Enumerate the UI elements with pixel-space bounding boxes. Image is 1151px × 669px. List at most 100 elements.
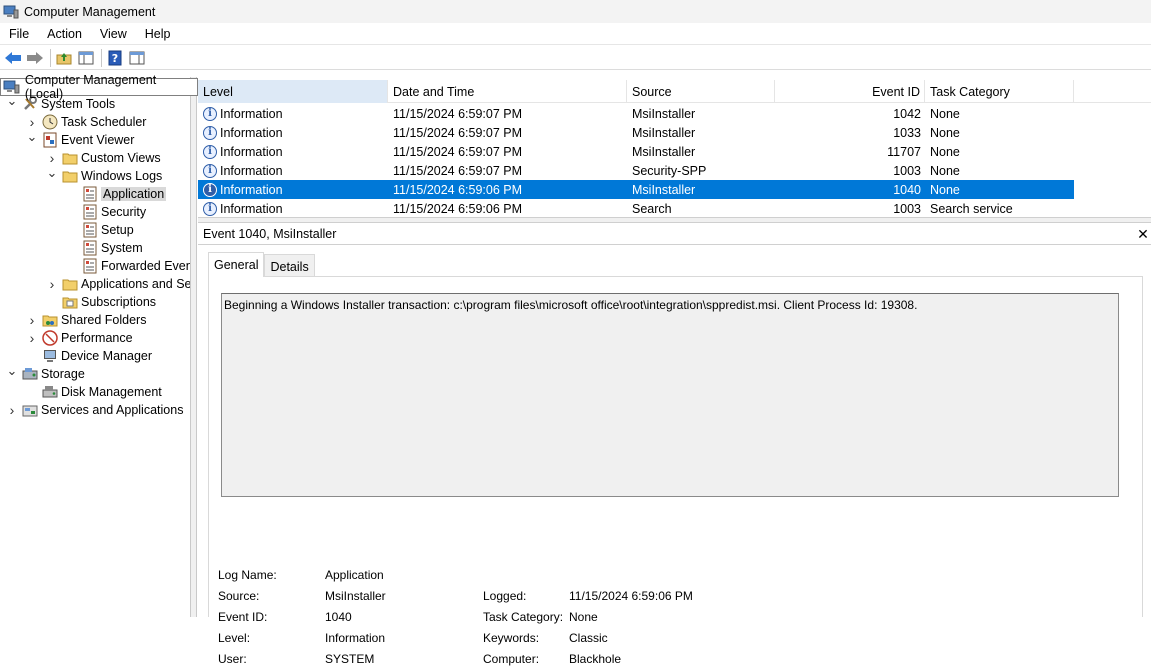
cell-text: None <box>930 106 960 121</box>
cell-text: 11/15/2024 6:59:06 PM <box>393 201 523 216</box>
column-header-date-time[interactable]: Date and Time <box>388 80 627 103</box>
chevron-right-icon[interactable]: › <box>26 114 38 130</box>
event-message[interactable]: Beginning a Windows Installer transactio… <box>221 293 1119 497</box>
computer-management-icon <box>3 5 19 18</box>
tree-node-task-scheduler[interactable]: › Task Scheduler <box>26 113 147 131</box>
back-button[interactable] <box>3 48 23 68</box>
cell-level: i Information <box>198 144 388 159</box>
close-detail-button[interactable]: ✕ <box>1136 226 1150 243</box>
cell-text: None <box>930 125 960 140</box>
chevron-right-icon[interactable]: › <box>6 402 18 418</box>
toolbar-separator <box>50 48 51 67</box>
cell-event-id: 1003 <box>775 202 925 216</box>
chevron-right-icon[interactable]: › <box>26 330 38 346</box>
cell-text: None <box>930 144 960 159</box>
cell-event-id: 1040 <box>775 183 925 197</box>
tree-node-application[interactable]: Application <box>66 185 167 203</box>
device-manager-icon <box>42 348 58 364</box>
event-row[interactable]: i Information 11/15/2024 6:59:06 PM MsiInst… <box>198 180 1074 199</box>
label-source: Source: <box>218 588 260 603</box>
cell-date-time: 11/15/2024 6:59:07 PM <box>388 107 627 121</box>
cell-task-category: None <box>925 164 1074 178</box>
cell-text: 11/15/2024 6:59:07 PM <box>393 125 523 140</box>
menu-view[interactable]: View <box>91 27 136 41</box>
tree-root-computer-management[interactable]: Computer Management (Local) <box>0 73 198 101</box>
menu-action[interactable]: Action <box>38 27 91 41</box>
show-hide-console-tree-button[interactable] <box>76 48 96 68</box>
tab-details[interactable]: Details <box>264 254 315 278</box>
cell-event-id: 1003 <box>775 164 925 178</box>
tree-node-performance[interactable]: › Performance <box>26 329 133 347</box>
column-header-task-category[interactable]: Task Category <box>925 80 1074 103</box>
tree-node-device-manager[interactable]: Device Manager <box>26 347 152 365</box>
help-button[interactable]: ? <box>105 48 125 68</box>
log-icon <box>82 258 98 274</box>
tree-node-subscriptions[interactable]: Subscriptions <box>46 293 156 311</box>
tree-node-windows-logs[interactable]: ⌄ Windows Logs <box>46 165 163 185</box>
cell-date-time: 11/15/2024 6:59:07 PM <box>388 126 627 140</box>
chevron-right-icon[interactable]: › <box>46 150 58 166</box>
cell-text: 11/15/2024 6:59:07 PM <box>393 106 523 121</box>
cell-date-time: 11/15/2024 6:59:06 PM <box>388 202 627 216</box>
tree-node-applications-and-se[interactable]: › Applications and Se <box>46 275 190 293</box>
cell-task-category: None <box>925 183 1074 197</box>
tree-node-services-and-applications[interactable]: › Services and Applications <box>6 401 184 419</box>
cell-text: Information <box>220 182 283 197</box>
disk-icon <box>42 384 58 400</box>
tree-node-event-viewer[interactable]: ⌄ Event Viewer <box>26 129 134 149</box>
chevron-down-icon[interactable]: ⌄ <box>6 363 18 378</box>
value-log-name: Application <box>325 567 384 582</box>
folder-up-icon <box>56 52 72 64</box>
chevron-right-icon[interactable]: › <box>26 312 38 328</box>
cell-text: 1042 <box>893 106 921 121</box>
column-header-source[interactable]: Source <box>627 80 775 103</box>
cell-text: Information <box>220 144 283 159</box>
title-bar: Computer Management <box>0 0 1151 23</box>
menu-file[interactable]: File <box>0 27 38 41</box>
tree-node-custom-views[interactable]: › Custom Views <box>46 149 161 167</box>
cell-event-id: 1042 <box>775 107 925 121</box>
show-hide-action-pane-button[interactable] <box>127 48 147 68</box>
cell-text: Search service <box>930 201 1013 216</box>
tree-node-system[interactable]: System <box>66 239 143 257</box>
menu-help[interactable]: Help <box>136 27 180 41</box>
cell-level: i Information <box>198 163 388 178</box>
tab-general[interactable]: General <box>208 252 265 277</box>
tree-node-disk-management[interactable]: Disk Management <box>26 383 162 401</box>
cell-event-id: 1033 <box>775 126 925 140</box>
event-row[interactable]: i Information 11/15/2024 6:59:07 PM MsiInst… <box>198 123 1074 142</box>
cell-source: MsiInstaller <box>627 126 775 140</box>
back-arrow-icon <box>5 51 21 64</box>
cell-text: MsiInstaller <box>632 144 696 159</box>
forward-button[interactable] <box>25 48 45 68</box>
tree-node-forwarded-event[interactable]: Forwarded Event <box>66 257 190 275</box>
chevron-down-icon[interactable]: ⌄ <box>26 129 38 144</box>
column-header-level[interactable]: Level <box>198 80 388 103</box>
column-header-event-id[interactable]: Event ID <box>775 80 925 103</box>
label-log-name: Log Name: <box>218 567 277 582</box>
tree-node-security[interactable]: Security <box>66 203 146 221</box>
storage-icon <box>22 366 38 382</box>
toolbar-separator <box>101 48 102 67</box>
event-row[interactable]: i Information 11/15/2024 6:59:07 PM MsiInst… <box>198 104 1074 123</box>
tree-node-label: Setup <box>101 223 134 237</box>
vertical-splitter[interactable] <box>190 77 197 617</box>
label-keywords: Keywords: <box>483 630 540 645</box>
event-row[interactable]: i Information 11/15/2024 6:59:06 PM Search 1… <box>198 199 1074 217</box>
up-one-level-button[interactable] <box>54 48 74 68</box>
chevron-down-icon[interactable]: ⌄ <box>46 165 58 180</box>
chevron-down-icon[interactable]: ⌄ <box>6 93 18 108</box>
cell-text: Information <box>220 106 283 121</box>
information-icon: i <box>203 163 217 178</box>
tree-node-storage[interactable]: ⌄ Storage <box>6 363 85 383</box>
detail-tabs: General Details <box>208 252 315 278</box>
tree-node-setup[interactable]: Setup <box>66 221 134 239</box>
tree-node-shared-folders[interactable]: › Shared Folders <box>26 311 147 329</box>
chevron-right-icon[interactable]: › <box>46 276 58 292</box>
event-row[interactable]: i Information 11/15/2024 6:59:07 PM MsiInst… <box>198 142 1074 161</box>
event-row[interactable]: i Information 11/15/2024 6:59:07 PM Securit… <box>198 161 1074 180</box>
cell-level: i Information <box>198 201 388 216</box>
